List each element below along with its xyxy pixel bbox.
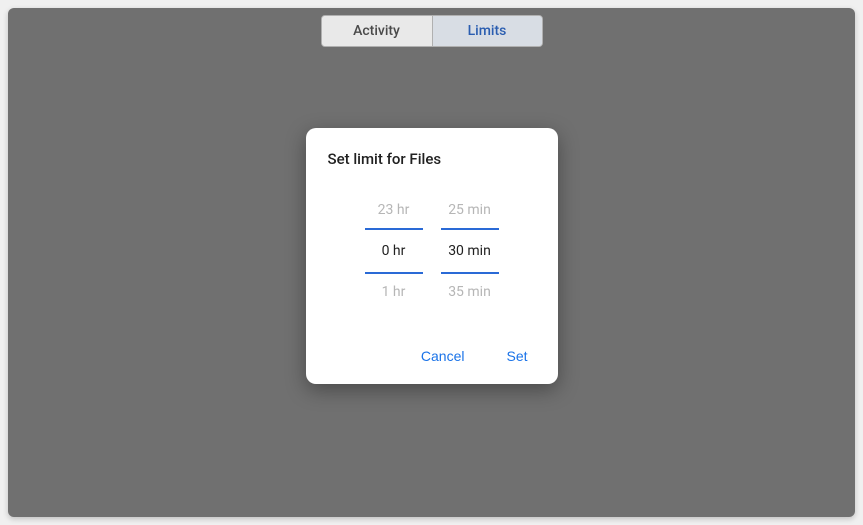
set-button[interactable]: Set: [502, 342, 531, 370]
hour-wheel[interactable]: 23 hr 0 hr 1 hr: [365, 192, 423, 310]
hour-option-below[interactable]: 1 hr: [382, 274, 406, 310]
app-background: Activity Limits Set limit for Files 23 h…: [8, 8, 855, 517]
minute-wheel[interactable]: 25 min 30 min 35 min: [441, 192, 499, 310]
dialog-title: Set limit for Files: [328, 150, 536, 168]
minute-option-selected[interactable]: 30 min: [441, 228, 499, 274]
dialog-actions: Cancel Set: [328, 338, 536, 370]
minute-option-above[interactable]: 25 min: [448, 192, 491, 228]
screen-frame: Activity Limits Set limit for Files 23 h…: [0, 0, 863, 525]
hour-option-selected[interactable]: 0 hr: [365, 228, 423, 274]
cancel-button[interactable]: Cancel: [417, 342, 469, 370]
hour-option-above[interactable]: 23 hr: [378, 192, 410, 228]
minute-option-below[interactable]: 35 min: [448, 274, 491, 310]
time-picker: 23 hr 0 hr 1 hr 25 min 30 min 35 min: [328, 192, 536, 310]
set-limit-dialog: Set limit for Files 23 hr 0 hr 1 hr 25 m…: [306, 128, 558, 384]
